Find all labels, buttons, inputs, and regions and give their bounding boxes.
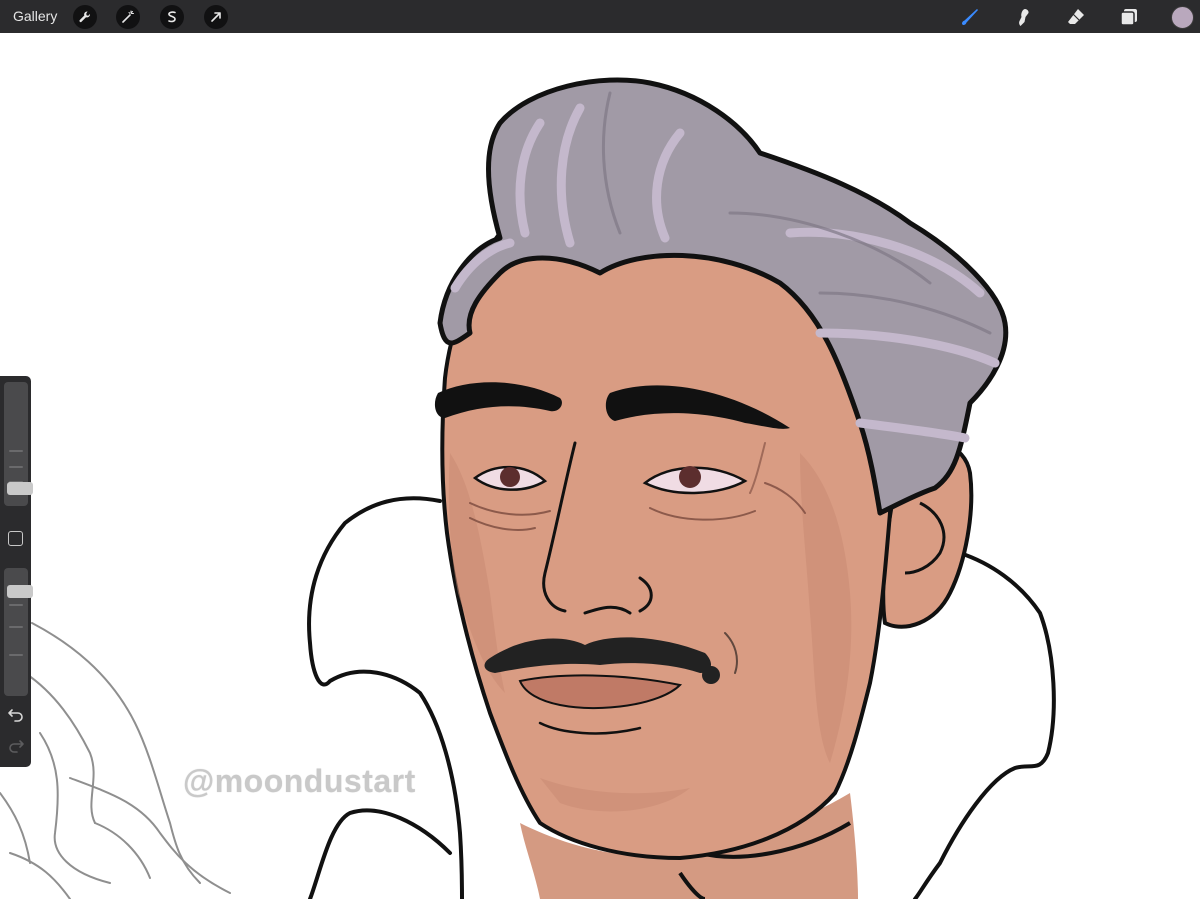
modify-button[interactable] [8,531,23,546]
opacity-slider[interactable] [4,568,33,696]
watermark-text: @moondustart [183,763,416,799]
gallery-button[interactable]: Gallery [13,8,57,24]
brush-size-slider[interactable] [4,382,33,506]
transform-arrow-icon[interactable] [204,5,228,29]
opacity-thumb[interactable] [7,585,33,599]
left-sidebar [0,376,33,767]
selection-icon[interactable] [160,5,184,29]
smudge-icon[interactable] [1011,5,1035,29]
magic-wand-icon[interactable] [116,5,140,29]
brush-size-thumb[interactable] [7,481,33,495]
undo-icon[interactable] [7,707,25,723]
top-toolbar: Gallery [0,0,1200,33]
color-picker-swatch[interactable] [1171,6,1194,29]
eraser-icon[interactable] [1064,5,1088,29]
sketch-lines [0,622,231,899]
brush-icon[interactable] [958,5,982,29]
wrench-icon[interactable] [73,5,97,29]
layers-icon[interactable] [1117,5,1141,29]
redo-icon[interactable] [7,738,25,754]
drawing-canvas[interactable] [0,33,1200,899]
